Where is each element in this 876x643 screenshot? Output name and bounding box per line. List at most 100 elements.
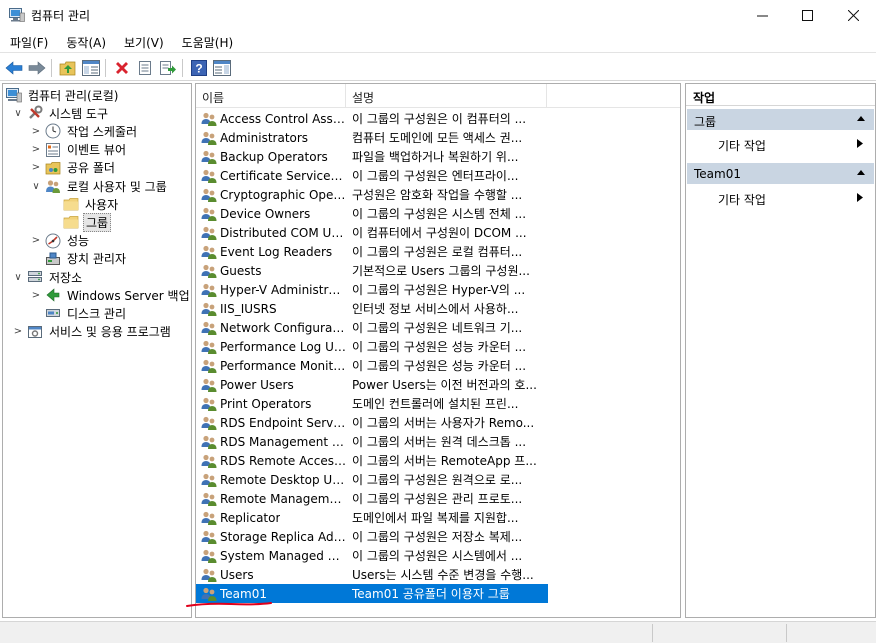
actions-section-team01[interactable]: Team01 <box>687 163 874 184</box>
table-row[interactable]: Distributed COM Users 이 컴퓨터에서 구성원이 DCOM .… <box>196 223 548 242</box>
computer-management-icon <box>9 8 25 22</box>
toolbar-separator <box>51 59 52 77</box>
group-icon <box>200 320 218 336</box>
group-description: 이 그룹의 서버는 사용자가 Remo... <box>352 416 535 430</box>
actions-section-groups[interactable]: 그룹 <box>687 109 874 130</box>
chevron-right-icon[interactable]: > <box>30 235 42 247</box>
tree-item[interactable]: ∨ 시스템 도구 <box>12 104 110 122</box>
table-row[interactable]: Administrators 컴퓨터 도메인에 모든 액세스 권... <box>196 128 548 147</box>
submenu-arrow-icon <box>857 193 863 202</box>
tree-item[interactable]: > 성능 <box>30 232 91 250</box>
table-row[interactable]: RDS Management Se... 이 그룹의 서버는 원격 데스크톱 ..… <box>196 432 548 451</box>
tree-item[interactable]: 컴퓨터 관리(로컬) <box>5 86 120 104</box>
group-description: 이 그룹의 구성원은 이 컴퓨터의 ... <box>352 112 527 126</box>
group-name: Cryptographic Operat... <box>220 187 346 202</box>
table-row[interactable]: Backup Operators 파일을 백업하거나 복원하기 위... <box>196 147 548 166</box>
chevron-right-icon[interactable]: > <box>30 289 42 301</box>
chevron-right-icon[interactable]: > <box>30 144 42 156</box>
table-row[interactable]: Performance Log Users 이 그룹의 구성원은 성능 카운터 .… <box>196 337 548 356</box>
tree-item[interactable]: > 작업 스케줄러 <box>30 122 139 140</box>
submenu-arrow-icon <box>857 139 863 148</box>
column-header-description[interactable]: 설명 <box>346 84 547 108</box>
table-row[interactable]: System Managed Acc... 이 그룹의 구성원은 시스템에서 ..… <box>196 546 548 565</box>
table-row[interactable]: Performance Monitor... 이 그룹의 구성원은 성능 카운터 … <box>196 356 548 375</box>
group-description: 이 그룹의 구성원은 시스템 전체 ... <box>352 207 527 221</box>
minimize-button[interactable] <box>739 0 785 31</box>
chevron-right-icon[interactable]: > <box>30 125 42 137</box>
tree-item[interactable]: 장치 관리자 <box>30 250 128 268</box>
group-description: 이 그룹의 서버는 원격 데스크톱 ... <box>352 435 527 449</box>
forward-arrow-icon <box>28 61 46 75</box>
table-row[interactable]: Guests 기본적으로 Users 그룹의 구성원... <box>196 261 548 280</box>
maximize-button[interactable] <box>784 0 830 31</box>
close-button[interactable] <box>830 0 876 31</box>
group-name-cell: RDS Management Se... <box>196 434 346 450</box>
show-hide-tree-button[interactable] <box>81 58 101 78</box>
table-row[interactable]: Cryptographic Operat... 구성원은 암호화 작업을 수행할 … <box>196 185 548 204</box>
column-header-name[interactable]: 이름 <box>196 84 346 108</box>
table-row[interactable]: IIS_IUSRS 인터넷 정보 서비스에서 사용하... <box>196 299 548 318</box>
group-name-cell: Storage Replica Admi... <box>196 529 346 545</box>
table-row[interactable]: Remote Management... 이 그룹의 구성원은 관리 프로토... <box>196 489 548 508</box>
group-name-cell: Access Control Assist... <box>196 111 346 127</box>
table-row[interactable]: Access Control Assist... 이 그룹의 구성원은 이 컴퓨터… <box>196 109 548 128</box>
chevron-right-icon[interactable]: > <box>12 326 24 338</box>
tree-item[interactable]: 사용자 <box>48 195 120 213</box>
menu-help[interactable]: 도움말(H) <box>172 31 242 52</box>
group-description: 이 그룹의 구성원은 로컬 컴퓨터... <box>352 245 523 259</box>
menu-view[interactable]: 보기(V) <box>114 31 172 52</box>
chevron-right-icon[interactable]: > <box>30 162 42 174</box>
group-name: Remote Management... <box>220 491 346 506</box>
menu-action[interactable]: 동작(A) <box>56 31 114 52</box>
chevron-down-icon[interactable]: ∨ <box>30 180 42 192</box>
table-row[interactable]: Hyper-V Administrat... 이 그룹의 구성원은 Hyper-V… <box>196 280 548 299</box>
table-row[interactable]: Users Users는 시스템 수준 변경을 수행... <box>196 565 548 584</box>
group-description: 이 그룹의 구성원은 엔터프라이... <box>352 169 519 183</box>
properties-icon <box>139 61 151 75</box>
table-row[interactable]: Print Operators 도메인 컨트롤러에 설치된 프린... <box>196 394 548 413</box>
table-row[interactable]: Network Configuratio... 이 그룹의 구성원은 네트워크 기… <box>196 318 548 337</box>
up-level-button[interactable] <box>58 58 78 78</box>
menu-file[interactable]: 파일(F) <box>0 31 56 52</box>
more-actions-team01[interactable]: 기타 작업 <box>686 187 875 207</box>
tree-item[interactable]: > Windows Server 백업 <box>30 286 191 304</box>
export-list-button[interactable] <box>158 58 178 78</box>
group-name: Network Configuratio... <box>220 320 346 335</box>
tree-item-label: 저장소 <box>49 270 83 285</box>
group-icon <box>200 187 218 203</box>
group-name: Power Users <box>220 377 294 392</box>
table-row[interactable]: Replicator 도메인에서 파일 복제를 지원합... <box>196 508 548 527</box>
group-description: 파일을 백업하거나 복원하기 위... <box>352 150 519 164</box>
table-row[interactable]: Event Log Readers 이 그룹의 구성원은 로컬 컴퓨터... <box>196 242 548 261</box>
tree-item[interactable]: > 서비스 및 응용 프로그램 <box>12 323 173 341</box>
table-row[interactable]: Storage Replica Admi... 이 그룹의 구성원은 저장소 복제… <box>196 527 548 546</box>
tree-item[interactable]: > 이벤트 뷰어 <box>30 141 128 159</box>
table-row[interactable]: Power Users Power Users는 이전 버전과의 호... <box>196 375 548 394</box>
tree-item[interactable]: ∨ 로컬 사용자 및 그룹 <box>30 177 169 195</box>
group-name-cell: Performance Monitor... <box>196 358 346 374</box>
table-row[interactable]: Remote Desktop Users 이 그룹의 구성원은 원격으로 로... <box>196 470 548 489</box>
table-row[interactable]: RDS Endpoint Servers 이 그룹의 서버는 사용자가 Remo.… <box>196 413 548 432</box>
folder-icon <box>63 196 79 212</box>
more-actions-groups[interactable]: 기타 작업 <box>686 133 875 153</box>
table-row[interactable]: RDS Remote Access ... 이 그룹의 서버는 RemoteApp… <box>196 451 548 470</box>
status-divider <box>652 624 653 642</box>
table-row[interactable]: Device Owners 이 그룹의 구성원은 시스템 전체 ... <box>196 204 548 223</box>
help-button[interactable]: ? <box>189 58 209 78</box>
back-button[interactable] <box>4 58 24 78</box>
tree-item[interactable]: 그룹 <box>48 212 112 232</box>
chevron-down-icon[interactable]: ∨ <box>12 271 24 283</box>
properties-button[interactable] <box>135 58 155 78</box>
tree-item[interactable]: ∨ 저장소 <box>12 268 84 286</box>
group-name: Users <box>220 567 254 582</box>
group-name: RDS Endpoint Servers <box>220 415 346 430</box>
show-action-pane-button[interactable] <box>212 58 232 78</box>
group-description: 인터넷 정보 서비스에서 사용하... <box>352 302 519 316</box>
tree-item[interactable]: > 공유 폴더 <box>30 159 117 177</box>
forward-button[interactable] <box>27 58 47 78</box>
group-icon <box>200 130 218 146</box>
tree-item[interactable]: 디스크 관리 <box>30 304 128 322</box>
chevron-down-icon[interactable]: ∨ <box>12 107 24 119</box>
table-row[interactable]: Certificate Service DC... 이 그룹의 구성원은 엔터프라… <box>196 166 548 185</box>
delete-button[interactable] <box>112 58 132 78</box>
